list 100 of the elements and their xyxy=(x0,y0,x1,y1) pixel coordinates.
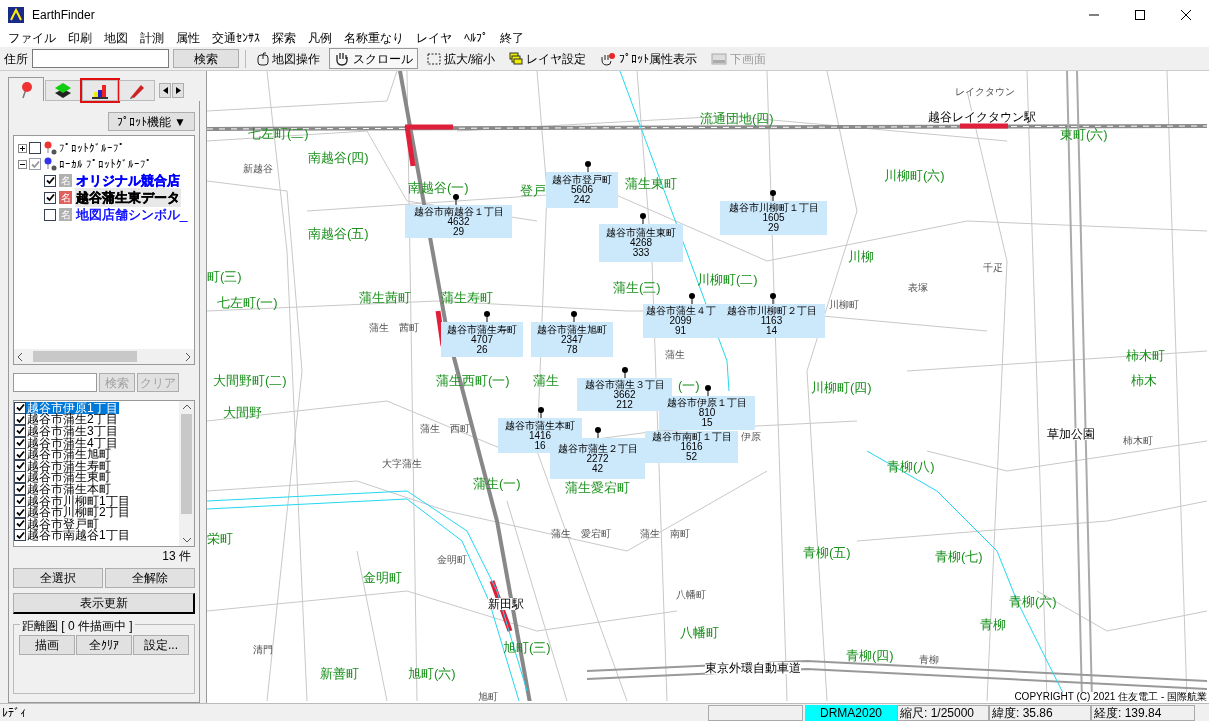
checkbox[interactable] xyxy=(14,401,26,414)
layers-icon xyxy=(509,52,524,65)
list-item[interactable]: 越谷市南越谷1丁目 xyxy=(14,529,179,542)
checkbox[interactable] xyxy=(14,448,26,461)
list-search-field[interactable] xyxy=(13,373,97,392)
dataset-indicator: DRMA2020 xyxy=(805,704,897,721)
right-arrow-icon xyxy=(175,87,181,94)
checkbox[interactable] xyxy=(29,142,41,154)
refresh-button[interactable]: 表示更新 xyxy=(13,593,195,614)
list-item[interactable]: 越谷市蒲生2丁目 xyxy=(14,413,179,426)
area-label: 七左町(二) xyxy=(248,127,309,140)
place-label: 青柳 xyxy=(919,655,939,665)
area-name: 越谷市蒲生旭町 xyxy=(537,324,607,335)
toolbar-button[interactable]: レイヤ設定 xyxy=(504,48,592,69)
list-item[interactable]: 越谷市登戸町 xyxy=(14,517,179,530)
area-label: 町(三) xyxy=(207,270,242,283)
list-item[interactable]: 越谷市蒲生本町 xyxy=(14,483,179,495)
area-label: 青柳(四) xyxy=(846,649,894,662)
list-item[interactable]: 越谷市川柳町2丁目 xyxy=(14,506,179,518)
area-name: 越谷市登戸町 xyxy=(552,175,612,185)
menu-item[interactable]: 探索 xyxy=(266,30,302,47)
checkbox[interactable] xyxy=(14,506,26,519)
menu-item[interactable]: 地図 xyxy=(98,30,134,47)
app-logo-icon xyxy=(8,7,24,23)
area-label: 旭町(三) xyxy=(503,641,551,654)
clear-all-button[interactable]: 全解除 xyxy=(105,568,195,588)
place-label: 伊原 xyxy=(741,432,761,442)
distance-button[interactable]: 設定... xyxy=(133,635,189,655)
list-item[interactable]: 越谷市蒲生旭町 xyxy=(14,448,179,460)
value-text: 5606 xyxy=(570,185,594,195)
plot-function-button[interactable]: ﾌﾟﾛｯﾄ機能 ▼ xyxy=(107,112,195,131)
checkbox[interactable] xyxy=(14,529,26,542)
tree-item[interactable]: 越谷蒲生東データ xyxy=(75,187,181,208)
pin-icon xyxy=(594,426,602,438)
menu-item[interactable]: ファイル xyxy=(2,30,62,47)
value-text: 91 xyxy=(674,326,687,336)
list-item[interactable]: 越谷市蒲生4丁目 xyxy=(14,436,179,449)
toolbar-button[interactable]: 地図操作 xyxy=(252,48,325,69)
dashed-rectangle-icon xyxy=(427,52,441,65)
value-text: 1416 xyxy=(528,430,552,441)
checkbox[interactable] xyxy=(44,191,56,204)
area-label: 東町(六) xyxy=(1060,128,1108,141)
toolbar-button[interactable]: 拡大/縮小 xyxy=(422,48,501,69)
tree-item[interactable]: ﾛｰｶﾙ ﾌﾟﾛｯﾄｸﾞﾙｰﾌﾟ xyxy=(59,155,153,173)
checkbox[interactable] xyxy=(14,471,26,484)
pin-icon xyxy=(483,310,491,322)
checkbox[interactable] xyxy=(44,208,56,221)
list-item[interactable]: 越谷市蒲生東町 xyxy=(14,471,179,484)
distance-button[interactable]: 全ｸﾘｱ xyxy=(76,635,132,655)
pin-icon xyxy=(584,160,592,172)
address-field[interactable] xyxy=(32,49,169,68)
select-all-button[interactable]: 全選択 xyxy=(13,568,103,588)
list-item[interactable]: 越谷市蒲生寿町 xyxy=(14,459,179,472)
place-label: 大字蒲生 xyxy=(382,459,422,469)
menu-item[interactable]: 名称重なり xyxy=(338,30,410,47)
distance-button[interactable]: 描画 xyxy=(19,635,75,655)
horizontal-scrollbar[interactable] xyxy=(14,349,194,364)
area-label: 七左町(一) xyxy=(217,296,278,309)
list-item[interactable]: 越谷市蒲生3丁目 xyxy=(14,425,179,437)
bar-chart-icon xyxy=(91,82,109,99)
window-title: EarthFinder xyxy=(32,7,95,24)
layers-icon xyxy=(53,81,73,100)
expand-toggle[interactable] xyxy=(18,143,27,153)
place-label: 蒲生 南町 xyxy=(640,529,690,539)
place-label: 千疋 xyxy=(983,263,1003,273)
pin-icon xyxy=(570,310,578,322)
menu-item[interactable]: ﾍﾙﾌﾟ xyxy=(458,30,494,47)
area-label: 青柳 xyxy=(980,618,1006,631)
menu-item[interactable]: 属性 xyxy=(170,30,206,47)
panel-tab[interactable] xyxy=(45,80,81,101)
expand-toggle[interactable] xyxy=(18,159,27,169)
list-item[interactable]: 越谷市川柳町1丁目 xyxy=(14,494,179,507)
area-label: 柿木町 xyxy=(1126,349,1165,362)
menu-item[interactable]: レイヤ xyxy=(410,30,458,47)
area-name: 越谷市蒲生２丁目 xyxy=(557,443,638,454)
tab-scroll-left-button[interactable] xyxy=(159,83,171,98)
checkbox[interactable] xyxy=(29,158,41,170)
plus-icon xyxy=(19,144,26,152)
tab-scroll-right-button[interactable] xyxy=(172,83,184,98)
menu-item[interactable]: 交通ｾﾝｻｽ xyxy=(206,30,266,47)
hand-icon xyxy=(334,51,350,66)
menu-item[interactable]: 計測 xyxy=(134,30,170,47)
toolbar-button[interactable]: ﾌﾟﾛｯﾄ属性表示 xyxy=(595,48,703,69)
value-text: 1605 xyxy=(762,213,785,223)
vertical-scrollbar[interactable] xyxy=(179,401,194,546)
area-label: 青柳(七) xyxy=(935,550,983,563)
area-label: 蒲生 xyxy=(533,374,559,387)
place-label: 清門 xyxy=(253,645,273,655)
checkbox[interactable] xyxy=(14,413,26,426)
menu-item[interactable]: 終了 xyxy=(494,30,530,47)
toolbar-button[interactable]: スクロール xyxy=(329,48,418,69)
area-name: 越谷市蒲生本町 xyxy=(505,420,575,431)
value-text: 212 xyxy=(616,399,633,410)
menu-item[interactable]: 印刷 xyxy=(62,30,98,47)
panel-tab[interactable] xyxy=(82,80,118,101)
search-button[interactable]: 検索 xyxy=(173,49,239,68)
area-label: 南越谷(五) xyxy=(308,227,369,240)
tree-item[interactable]: ﾌﾟﾛｯﾄｸﾞﾙｰﾌﾟ xyxy=(59,139,125,157)
checkbox[interactable] xyxy=(44,174,56,187)
menu-item[interactable]: 凡例 xyxy=(302,30,338,47)
